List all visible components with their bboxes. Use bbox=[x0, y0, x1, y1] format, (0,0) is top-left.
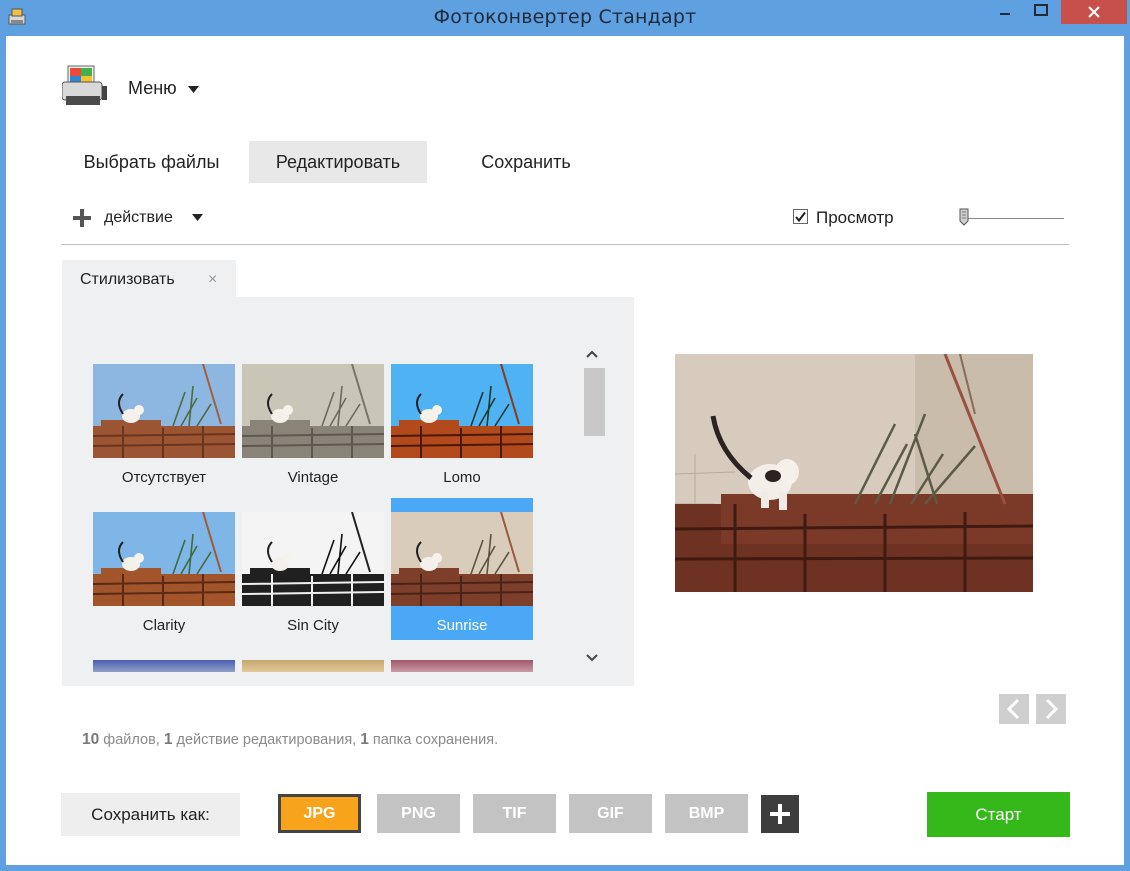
scrollbar-thumb[interactable] bbox=[584, 368, 605, 436]
style-option-none[interactable]: Отсутствует bbox=[93, 364, 235, 506]
add-format-button[interactable] bbox=[761, 795, 799, 833]
actions-text: действие редактирования, bbox=[176, 732, 357, 748]
style-label: Lomo bbox=[443, 469, 481, 486]
style-label: Sin City bbox=[287, 617, 339, 634]
style-option-vintage[interactable]: Vintage bbox=[242, 364, 384, 506]
title-bar: Фотоконвертер Стандарт bbox=[0, 0, 1130, 36]
main-window: Меню Выбрать файлы Редактировать Сохрани… bbox=[6, 36, 1124, 865]
minimize-button[interactable] bbox=[990, 0, 1020, 24]
tab-edit[interactable]: Редактировать bbox=[249, 141, 427, 183]
format-bmp-button[interactable]: BMP bbox=[665, 794, 748, 833]
style-panel-title: Стилизовать bbox=[80, 271, 175, 288]
status-summary: 10 файлов, 1 действие редактирования, 1 … bbox=[82, 731, 498, 749]
style-thumbnail bbox=[93, 364, 235, 458]
photo-preview bbox=[675, 354, 1033, 592]
style-thumbnail bbox=[391, 512, 533, 606]
files-count: 10 bbox=[82, 731, 100, 748]
preview-label: Просмотр bbox=[816, 208, 894, 227]
zoom-slider-handle[interactable] bbox=[959, 208, 969, 226]
style-option-sin-city[interactable]: Sin City bbox=[242, 512, 384, 654]
add-action-button[interactable] bbox=[72, 208, 92, 228]
menu-button[interactable]: Меню bbox=[128, 78, 199, 99]
style-option-partial[interactable] bbox=[391, 660, 533, 672]
toolbar-divider bbox=[61, 244, 1069, 245]
scroll-down-icon[interactable] bbox=[586, 654, 598, 662]
format-png-button[interactable]: PNG bbox=[377, 794, 460, 833]
format-tif-button[interactable]: TIF bbox=[473, 794, 556, 833]
folders-count: 1 bbox=[360, 731, 369, 748]
zoom-slider-track[interactable] bbox=[968, 218, 1064, 219]
next-image-button[interactable] bbox=[1036, 694, 1066, 724]
format-gif-button[interactable]: GIF bbox=[569, 794, 652, 833]
save-as-label: Сохранить как: bbox=[61, 793, 240, 836]
format-jpg-button[interactable]: JPG bbox=[278, 794, 361, 833]
chevron-down-icon[interactable] bbox=[192, 214, 203, 221]
app-logo-icon bbox=[62, 64, 108, 110]
window-title: Фотоконвертер Стандарт bbox=[433, 6, 697, 28]
close-icon[interactable]: × bbox=[208, 271, 217, 289]
tab-select-files[interactable]: Выбрать файлы bbox=[69, 141, 234, 183]
style-label: Vintage bbox=[287, 469, 339, 486]
style-label: Clarity bbox=[142, 617, 186, 634]
tab-save[interactable]: Сохранить bbox=[442, 141, 610, 183]
start-button[interactable]: Старт bbox=[927, 792, 1070, 837]
files-text: файлов, bbox=[103, 732, 160, 748]
style-option-clarity[interactable]: Clarity bbox=[93, 512, 235, 654]
menu-label: Меню bbox=[128, 78, 177, 98]
preview-checkbox[interactable] bbox=[793, 209, 808, 224]
style-thumbnail bbox=[93, 512, 235, 606]
style-thumbnail bbox=[242, 512, 384, 606]
style-thumbnail bbox=[391, 364, 533, 458]
maximize-button[interactable] bbox=[1024, 0, 1058, 24]
style-option-partial[interactable] bbox=[93, 660, 235, 672]
previous-image-button[interactable] bbox=[999, 694, 1029, 724]
style-label: Отсутствует bbox=[121, 469, 207, 486]
chevron-down-icon bbox=[187, 85, 199, 93]
style-option-sunrise[interactable]: Sunrise bbox=[391, 498, 533, 640]
actions-count: 1 bbox=[163, 731, 173, 748]
action-label[interactable]: действие bbox=[104, 209, 173, 227]
style-option-lomo[interactable]: Lomo bbox=[391, 364, 533, 506]
style-label: Sunrise bbox=[436, 617, 488, 634]
style-thumbnail-grid: Отсутствует Vintage Lomo Clarity Sin Cit… bbox=[93, 364, 535, 672]
scroll-up-icon[interactable] bbox=[586, 350, 598, 358]
style-option-partial[interactable] bbox=[242, 660, 384, 672]
folders-text: папка сохранения. bbox=[372, 732, 499, 748]
style-thumbnail bbox=[242, 364, 384, 458]
close-button[interactable] bbox=[1061, 0, 1127, 24]
